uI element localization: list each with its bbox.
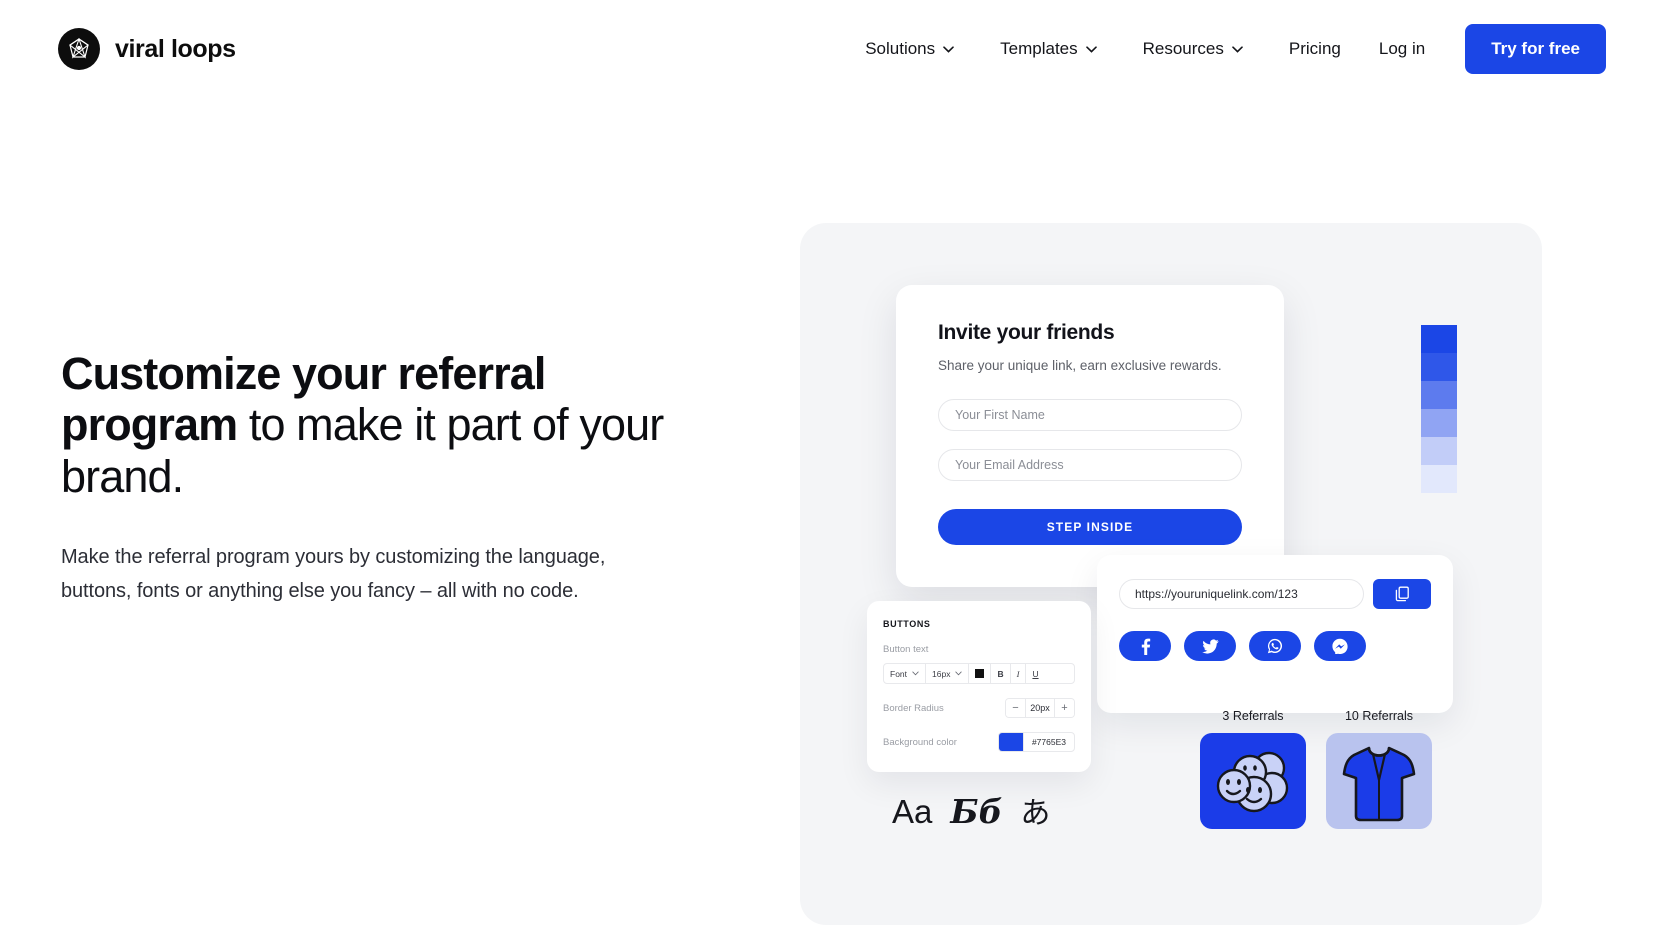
invite-friends-card: Invite your friends Share your unique li… (896, 285, 1284, 587)
type-sample-japanese: あ (1020, 796, 1051, 831)
chevron-down-icon (912, 671, 919, 676)
background-color-field: #7765E3 (997, 732, 1075, 752)
referral-link-input[interactable]: https://youruniquelink.com/123 (1119, 579, 1364, 609)
font-size-select[interactable]: 16px (926, 664, 970, 683)
type-sample-cyrillic: Бб (950, 792, 1003, 831)
site-header: viral loops Solutions Templates Resource… (0, 0, 1666, 98)
reward-tile-3-referrals[interactable] (1200, 733, 1306, 829)
nav-label: Templates (1000, 39, 1078, 58)
step-inside-button[interactable]: STEP INSIDE (938, 509, 1242, 545)
share-link-card: https://youruniquelink.com/123 (1097, 555, 1453, 713)
reward-caption: 3 Referrals (1222, 709, 1284, 723)
typography-sample: Aa Бб あ (892, 788, 1050, 832)
buttons-settings-card: BUTTONS Button text Font 16px B I U Bord… (867, 601, 1091, 772)
product-mockup-panel: Invite your friends Share your unique li… (800, 223, 1542, 925)
border-radius-decrement-button[interactable]: − (1006, 699, 1025, 717)
social-share-buttons (1119, 631, 1431, 661)
nav-label: Pricing (1288, 39, 1341, 58)
background-color-swatch[interactable] (998, 733, 1023, 751)
hoodie-icon (1342, 746, 1416, 822)
share-twitter-button[interactable] (1184, 631, 1236, 661)
try-for-free-button[interactable]: Try for free (1465, 24, 1606, 74)
type-sample-latin: Aa (892, 793, 933, 830)
chevron-down-icon (955, 671, 963, 676)
chevron-down-icon (1085, 45, 1097, 53)
brand-name: viral loops (115, 34, 236, 63)
url-row: https://youruniquelink.com/123 (1119, 579, 1431, 609)
reward-item: 10 Referrals (1326, 709, 1432, 829)
background-color-hex-value[interactable]: #7765E3 (1022, 733, 1074, 751)
first-name-input[interactable]: Your First Name (938, 399, 1242, 431)
border-radius-row: Border Radius − 20px + (883, 698, 1075, 718)
gradient-bars-decoration (1421, 325, 1457, 493)
login-link[interactable]: Log in (1379, 39, 1425, 59)
main-navigation: Solutions Templates Resources Pricing Lo… (865, 24, 1606, 74)
reward-caption: 10 Referrals (1344, 709, 1414, 723)
reward-item: 3 Referrals (1200, 709, 1306, 829)
nav-label: Solutions (865, 39, 936, 58)
settings-section-header: BUTTONS (883, 619, 931, 629)
background-color-label: Background color (883, 736, 957, 748)
chevron-down-icon (943, 45, 954, 53)
nav-item-solutions[interactable]: Solutions (865, 31, 954, 67)
button-text-label: Button text (883, 644, 929, 655)
whatsapp-icon (1267, 638, 1283, 654)
invite-card-subtitle: Share your unique link, earn exclusive r… (938, 358, 1222, 373)
text-format-toolbar: Font 16px B I U (883, 663, 1075, 684)
border-radius-label: Border Radius (883, 702, 944, 714)
nav-label: Resources (1142, 39, 1224, 58)
text-color-swatch-button[interactable] (969, 664, 992, 683)
font-family-value: Font (890, 668, 908, 679)
copy-icon (1395, 586, 1409, 602)
facebook-icon (1141, 638, 1150, 655)
email-input[interactable]: Your Email Address (938, 449, 1242, 481)
background-color-row: Background color #7765E3 (883, 732, 1075, 752)
copy-link-button[interactable] (1373, 579, 1431, 609)
border-radius-value: 20px (1025, 699, 1055, 717)
nav-item-resources[interactable]: Resources (1143, 31, 1243, 67)
messenger-icon (1332, 638, 1348, 654)
chevron-down-icon (1232, 45, 1243, 53)
main-content: Customize your referral program to make … (0, 98, 1666, 925)
brand-logo[interactable]: viral loops (58, 28, 236, 70)
reward-tile-10-referrals[interactable] (1326, 733, 1432, 829)
button-text-group: Button text Font 16px B I U (883, 644, 1075, 684)
share-whatsapp-button[interactable] (1249, 631, 1301, 661)
nav-item-templates[interactable]: Templates (1000, 31, 1097, 67)
nav-item-pricing[interactable]: Pricing (1289, 31, 1341, 67)
border-radius-stepper: − 20px + (1005, 698, 1075, 718)
color-swatch-icon (975, 669, 985, 678)
polyhedron-gem-icon (58, 28, 100, 70)
underline-button[interactable]: U (1026, 664, 1044, 683)
twitter-icon (1201, 639, 1219, 654)
font-size-value: 16px (932, 668, 951, 679)
page-title: Customize your referral program to make … (61, 348, 701, 502)
share-facebook-button[interactable] (1119, 631, 1171, 661)
share-messenger-button[interactable] (1314, 631, 1366, 661)
bold-button[interactable]: B (991, 664, 1011, 683)
font-family-select[interactable]: Font (884, 664, 927, 683)
invite-card-title: Invite your friends (938, 321, 1115, 344)
smiley-stickers-icon (1216, 751, 1289, 813)
reward-tiles: 3 Referrals 10 Referrals (1200, 709, 1432, 829)
hero-section: Customize your referral program to make … (0, 98, 800, 925)
italic-button[interactable]: I (1011, 664, 1027, 683)
border-radius-increment-button[interactable]: + (1055, 699, 1074, 717)
hero-paragraph: Make the referral program yours by custo… (61, 545, 606, 602)
